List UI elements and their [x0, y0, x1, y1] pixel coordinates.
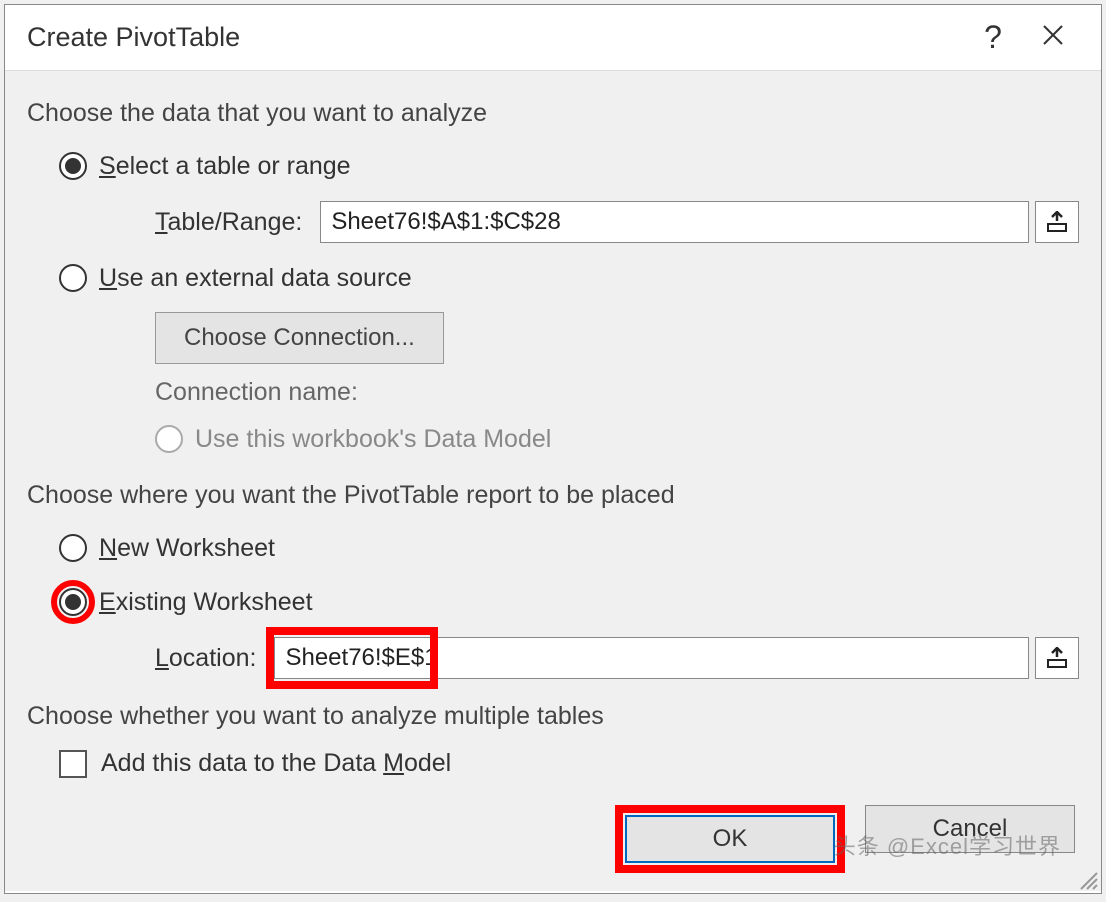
ok-button[interactable]: OK: [625, 815, 835, 863]
radio-label: Existing Worksheet: [99, 588, 313, 617]
location-row: Location:: [155, 636, 1079, 680]
titlebar: Create PivotTable ?: [5, 5, 1101, 71]
checkbox-label: Add this data to the Data Model: [101, 749, 451, 778]
checkbox-add-to-data-model[interactable]: Add this data to the Data Model: [59, 749, 1079, 778]
location-input[interactable]: [274, 637, 1029, 679]
resize-grip-icon[interactable]: [1077, 869, 1099, 891]
radio-use-data-model: Use this workbook's Data Model: [155, 419, 1079, 459]
table-range-input[interactable]: [320, 201, 1029, 243]
highlight-marker: OK: [615, 805, 845, 873]
section-multiple-tables-label: Choose whether you want to analyze multi…: [27, 702, 1079, 731]
close-button[interactable]: [1023, 22, 1083, 53]
radio-new-worksheet[interactable]: New Worksheet: [59, 528, 1079, 568]
table-range-label: Table/Range:: [155, 208, 302, 237]
section-analyze-label: Choose the data that you want to analyze: [27, 99, 1079, 128]
radio-icon: [155, 425, 183, 453]
dialog-button-row: OK Cancel: [615, 805, 1075, 873]
section-placement-label: Choose where you want the PivotTable rep…: [27, 481, 1079, 510]
radio-icon: [59, 534, 87, 562]
dialog-title: Create PivotTable: [27, 22, 963, 53]
radio-external-data-source[interactable]: Use an external data source: [59, 258, 1079, 298]
collapse-dialog-button[interactable]: [1035, 637, 1079, 679]
table-range-row: Table/Range:: [155, 200, 1079, 244]
choose-connection-button[interactable]: Choose Connection...: [155, 312, 444, 364]
choose-connection-row: Choose Connection...: [155, 312, 1079, 364]
range-selector-icon: [1046, 647, 1068, 669]
range-selector-icon: [1046, 211, 1068, 233]
radio-icon: [59, 152, 87, 180]
radio-select-table-range[interactable]: Select a table or range: [59, 146, 1079, 186]
create-pivottable-dialog: Create PivotTable ? Choose the data that…: [4, 4, 1102, 894]
radio-label: Use this workbook's Data Model: [195, 425, 551, 454]
location-label: Location:: [155, 644, 256, 673]
cancel-button[interactable]: Cancel: [865, 805, 1075, 853]
radio-label: New Worksheet: [99, 534, 275, 563]
help-button[interactable]: ?: [963, 19, 1023, 56]
radio-icon: [59, 588, 87, 616]
checkbox-icon: [59, 750, 87, 778]
collapse-dialog-button[interactable]: [1035, 201, 1079, 243]
connection-name-label: Connection name:: [155, 378, 1079, 407]
radio-icon: [59, 264, 87, 292]
radio-existing-worksheet[interactable]: Existing Worksheet: [59, 582, 1079, 622]
radio-label: Select a table or range: [99, 152, 351, 181]
radio-label: Use an external data source: [99, 264, 412, 293]
dialog-body: Choose the data that you want to analyze…: [5, 71, 1101, 891]
